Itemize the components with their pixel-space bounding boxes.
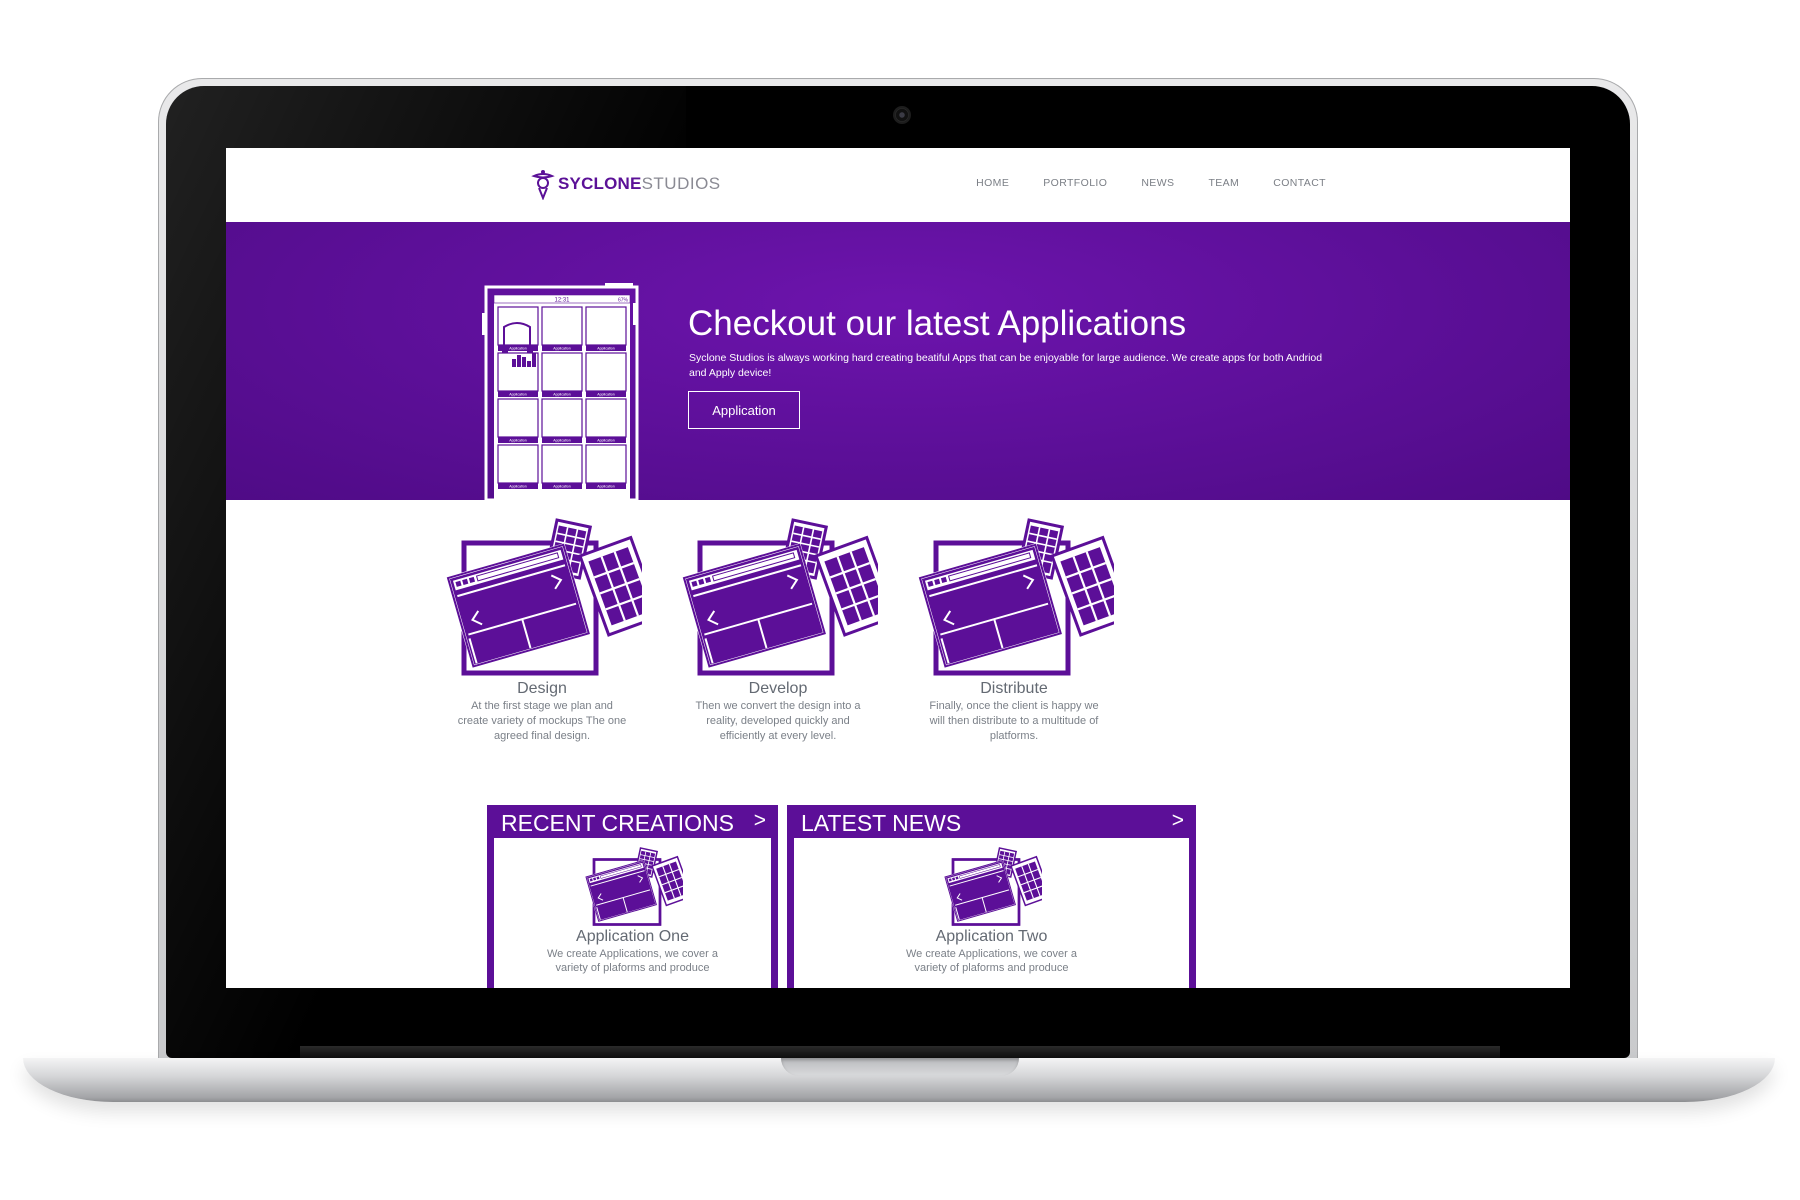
feature-desc: Finally, once the client is happy we wil… xyxy=(929,700,1099,742)
app-tile-label: Application xyxy=(509,393,527,397)
logo-text-bold: SYCLONE xyxy=(558,174,642,193)
mockup-illustration-icon xyxy=(584,847,683,926)
syclone-logo-icon xyxy=(531,170,555,200)
app-tile xyxy=(585,444,627,484)
card-title[interactable]: Application Two xyxy=(794,928,1189,946)
webcam-icon xyxy=(895,108,909,122)
app-tile-label: Application xyxy=(553,347,571,351)
app-tile-label: Application xyxy=(597,393,615,397)
panel-body: Application One We create Applications, … xyxy=(494,838,771,988)
nav-home[interactable]: HOME xyxy=(976,177,1009,189)
nav-news[interactable]: NEWS xyxy=(1141,177,1174,189)
feature-distribute: Distribute Finally, once the client is h… xyxy=(894,518,1134,744)
mockup-illustration-icon xyxy=(914,518,1114,678)
feature-desc: Then we convert the design into a realit… xyxy=(695,700,861,742)
site-header: SYCLONE STUDIOS HOME PORTFOLIO NEWS TEAM… xyxy=(226,148,1570,222)
app-tile-label: Application xyxy=(553,439,571,443)
main-nav: HOME PORTFOLIO NEWS TEAM CONTACT xyxy=(976,177,1326,189)
app-tile xyxy=(497,444,539,484)
mockup-illustration-icon xyxy=(442,518,642,678)
app-tile-label: Application xyxy=(597,485,615,489)
app-tile xyxy=(585,306,627,346)
feature-design: Design At the first stage we plan and cr… xyxy=(422,518,662,744)
feature-develop: Develop Then we convert the design into … xyxy=(658,518,898,744)
app-tile xyxy=(541,306,583,346)
mockup-illustration-icon xyxy=(943,847,1042,926)
phone-clock: 12:31 xyxy=(554,298,570,304)
feature-title: Distribute xyxy=(980,680,1048,697)
panel-body: Application Two We create Applications, … xyxy=(794,838,1189,988)
app-tile xyxy=(541,444,583,484)
recent-creations-panel: RECENT CREATIONS > Application One We cr… xyxy=(487,805,778,988)
laptop-notch xyxy=(781,1058,1019,1076)
panel-title: RECENT CREATIONS xyxy=(501,810,735,836)
nav-team[interactable]: TEAM xyxy=(1208,177,1239,189)
nav-portfolio[interactable]: PORTFOLIO xyxy=(1043,177,1107,189)
panel-next-arrow-icon[interactable]: > xyxy=(754,809,766,833)
app-tile-label: Application xyxy=(597,347,615,351)
app-tile-label: Application xyxy=(509,347,527,351)
hero-description: Syclone Studios is always working hard c… xyxy=(689,352,1323,379)
panel-header[interactable]: RECENT CREATIONS > xyxy=(487,805,778,838)
phone-battery: 67% xyxy=(618,298,629,304)
app-tile xyxy=(585,398,627,438)
panel-next-arrow-icon[interactable]: > xyxy=(1172,809,1184,833)
app-tile xyxy=(585,352,627,392)
latest-news-panel: LATEST NEWS > Application Two We create … xyxy=(787,805,1196,988)
app-tile xyxy=(497,398,539,438)
app-tile-label: Application xyxy=(553,393,571,397)
feature-title: Design xyxy=(517,680,567,697)
website-screen: SYCLONE STUDIOS HOME PORTFOLIO NEWS TEAM… xyxy=(226,148,1570,988)
app-tile-label: Application xyxy=(597,439,615,443)
app-tile-label: Application xyxy=(553,485,571,489)
card-desc: We create Applications, we cover a varie… xyxy=(906,948,1077,974)
feature-desc: At the first stage we plan and create va… xyxy=(457,700,627,742)
hero-banner: 12:31 67% Application Application Applicat… xyxy=(226,222,1570,500)
app-tile-label: Application xyxy=(509,485,527,489)
hero-title: Checkout our latest Applications xyxy=(688,304,1187,343)
nav-contact[interactable]: CONTACT xyxy=(1273,177,1326,189)
laptop-hinge xyxy=(300,1046,1500,1058)
logo-text-light: STUDIOS xyxy=(641,174,721,193)
app-tile xyxy=(541,352,583,392)
app-tile-label: Application xyxy=(509,439,527,443)
mockup-illustration-icon xyxy=(678,518,878,678)
feature-title: Develop xyxy=(748,680,808,697)
card-title[interactable]: Application One xyxy=(494,928,771,946)
app-tile xyxy=(541,398,583,438)
phone-app-grid-illustration: 12:31 67% Application Application Applicat… xyxy=(482,283,639,500)
panel-header[interactable]: LATEST NEWS > xyxy=(787,805,1196,838)
card-desc: We create Applications, we cover a varie… xyxy=(547,948,718,974)
panel-title: LATEST NEWS xyxy=(801,810,962,836)
application-button[interactable]: Application xyxy=(688,391,800,429)
logo[interactable]: SYCLONE STUDIOS xyxy=(530,168,721,200)
